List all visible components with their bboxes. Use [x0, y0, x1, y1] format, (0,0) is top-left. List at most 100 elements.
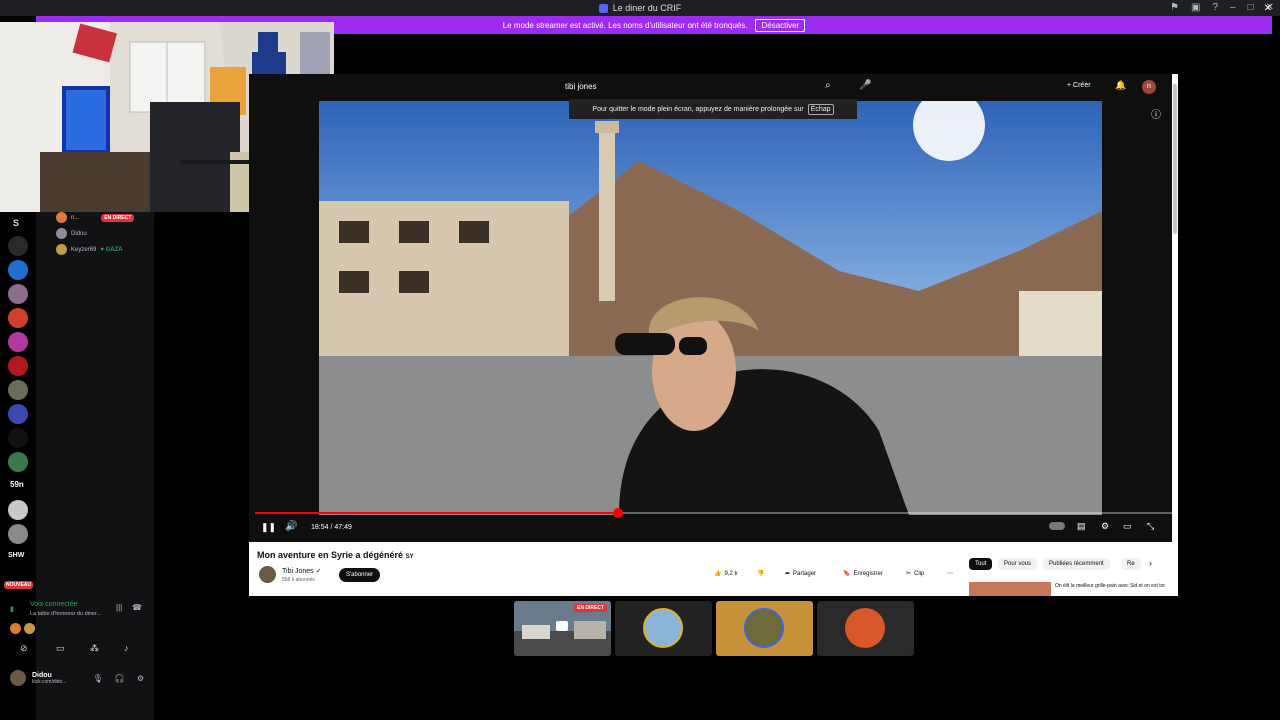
server-s[interactable]: S: [13, 218, 19, 228]
server-icon[interactable]: [8, 356, 28, 376]
subtitles-icon[interactable]: ▤: [1077, 521, 1086, 532]
banner-close-icon[interactable]: ✕: [1264, 3, 1272, 14]
save-button[interactable]: 🔖 Enregistrer: [843, 570, 883, 578]
participant-tile[interactable]: [817, 601, 914, 656]
time-display: 18:54 / 47:49: [311, 524, 352, 531]
soundboard-icon[interactable]: ♪: [124, 643, 129, 653]
voice-user[interactable]: Keyzer69 ♥ GAZA: [56, 244, 123, 255]
settings-gear-icon[interactable]: ⚙: [137, 674, 144, 683]
server-icon[interactable]: [8, 524, 28, 544]
pause-icon[interactable]: ❚❚: [261, 522, 276, 533]
server-icon[interactable]: [8, 260, 28, 280]
recommendation-thumbnail[interactable]: [969, 582, 1051, 596]
headphones-icon[interactable]: 🎧: [115, 674, 125, 683]
server-icon[interactable]: [8, 284, 28, 304]
window-controls: ⚑ ▣ ? – □ ✕: [1170, 2, 1274, 13]
more-actions-icon[interactable]: ⋯: [947, 570, 953, 577]
thumbs-up-icon: 👍: [714, 571, 722, 577]
user-status: kick.com/dido...: [32, 678, 67, 685]
screen-share-icon[interactable]: ▭: [56, 643, 65, 654]
disable-streamer-mode-button[interactable]: Désactiver: [755, 18, 806, 32]
notifications-bell-icon[interactable]: 🔔: [1115, 80, 1126, 91]
avatar[interactable]: [10, 670, 26, 686]
channel-avatar[interactable]: [259, 566, 276, 583]
user-name: Didou: [32, 671, 52, 679]
fullscreen-tooltip: Pour quitter le mode plein écran, appuye…: [569, 99, 857, 119]
camera-off-icon[interactable]: ⊘: [20, 643, 28, 654]
title-bar: Le diner du CRIF: [0, 0, 1280, 16]
server-icon[interactable]: [8, 404, 28, 424]
participant-tile[interactable]: [615, 601, 712, 656]
noise-suppression-icon[interactable]: |||: [116, 603, 122, 612]
server-icon[interactable]: [8, 332, 28, 352]
create-button[interactable]: + Créer: [1067, 82, 1091, 89]
settings-gear-icon[interactable]: ⚙: [1101, 521, 1109, 532]
avatar: [10, 623, 21, 634]
chip-more[interactable]: Re: [1121, 558, 1141, 570]
scrollbar-thumb[interactable]: [1173, 84, 1177, 234]
subscriber-count: 558 k abonnés: [282, 577, 315, 583]
chip-for-you[interactable]: Pour vous: [998, 558, 1038, 570]
like-button[interactable]: 👍 9,2 k: [714, 570, 738, 578]
autoplay-toggle[interactable]: [1049, 522, 1065, 530]
voice-channel-name[interactable]: La table d'honneur du diner...: [30, 611, 101, 617]
live-badge: EN DIRECT: [101, 213, 135, 222]
like-count: 9,2 k: [724, 570, 738, 577]
subscribe-button[interactable]: S'abonner: [339, 568, 381, 582]
create-label: Créer: [1073, 82, 1091, 89]
participant-tile[interactable]: [716, 601, 813, 656]
help-icon[interactable]: ?: [1212, 2, 1218, 13]
server-59n[interactable]: 59n: [10, 480, 24, 489]
inbox-icon[interactable]: ▣: [1191, 2, 1200, 13]
avatar: [845, 608, 885, 648]
miniplayer-icon[interactable]: ▭: [1123, 521, 1132, 532]
server-shw[interactable]: SHW: [8, 552, 24, 559]
verified-icon: ✓: [315, 568, 322, 575]
microphone-icon[interactable]: 🎤: [859, 80, 871, 91]
discord-app-icon: [598, 3, 608, 13]
video-scene: [319, 101, 1102, 515]
server-icon[interactable]: [8, 380, 28, 400]
voice-user[interactable]: Didou: [56, 228, 87, 239]
server-icon[interactable]: [8, 236, 28, 256]
share-button[interactable]: ➦ Partager: [785, 570, 816, 578]
voice-user[interactable]: n... EN DIRECT: [56, 212, 135, 223]
dislike-button[interactable]: 👎: [757, 570, 764, 577]
microphone-icon[interactable]: 🎙: [93, 674, 103, 683]
video-title: Mon aventure en Syrie a dégénéré SY: [257, 550, 414, 560]
minimize-button[interactable]: –: [1230, 2, 1236, 13]
volume-icon[interactable]: 🔊: [285, 521, 297, 532]
user-tag: ♥ GAZA: [100, 246, 123, 253]
server-icon[interactable]: [8, 308, 28, 328]
channel-name[interactable]: Tibi Jones ✓: [282, 567, 321, 575]
signal-icon: ▮: [10, 606, 14, 613]
search-icon[interactable]: ⌕: [825, 80, 831, 91]
player-controls: ❚❚ 🔊 ▤ ⚙ ▭ ⤡: [249, 508, 1178, 542]
video-frame[interactable]: [319, 101, 1102, 515]
user-tag-text: GAZA: [105, 246, 123, 253]
chip-all[interactable]: Tout: [969, 558, 993, 570]
voice-connection-panel: ▮ Voix connectée La table d'honneur du d…: [4, 597, 150, 671]
flag-icon[interactable]: ⚑: [1170, 2, 1179, 13]
participant-tile[interactable]: EN DIRECT: [514, 601, 611, 656]
video-title-text: Mon aventure en Syrie a dégénéré: [257, 550, 404, 560]
chip-recent[interactable]: Publiées récemment: [1043, 558, 1110, 570]
exit-fullscreen-icon[interactable]: ⤡: [1147, 521, 1154, 532]
chevron-right-icon[interactable]: ›: [1149, 558, 1152, 568]
maximize-button[interactable]: □: [1248, 2, 1254, 13]
bookmark-icon: 🔖: [843, 571, 851, 577]
avatar: [56, 212, 67, 223]
server-icon[interactable]: [8, 452, 28, 472]
clip-button[interactable]: ✂ Clip: [906, 570, 924, 578]
youtube-header: tibi jones ⌕ 🎤 + Créer 🔔 n: [249, 74, 1178, 100]
server-icon[interactable]: [8, 428, 28, 448]
disconnect-icon[interactable]: ☎: [132, 603, 142, 612]
server-icon[interactable]: [8, 500, 28, 520]
avatar: [56, 228, 67, 239]
channel-name-text: Tibi Jones: [282, 568, 314, 575]
recommendation-item[interactable]: On élit le meilleur grille-pain avec Sid…: [969, 582, 1165, 596]
activities-icon[interactable]: ⁂: [90, 643, 99, 654]
info-icon[interactable]: ⓘ: [1151, 106, 1161, 121]
search-input[interactable]: tibi jones: [559, 79, 815, 96]
account-avatar[interactable]: n: [1142, 80, 1156, 94]
